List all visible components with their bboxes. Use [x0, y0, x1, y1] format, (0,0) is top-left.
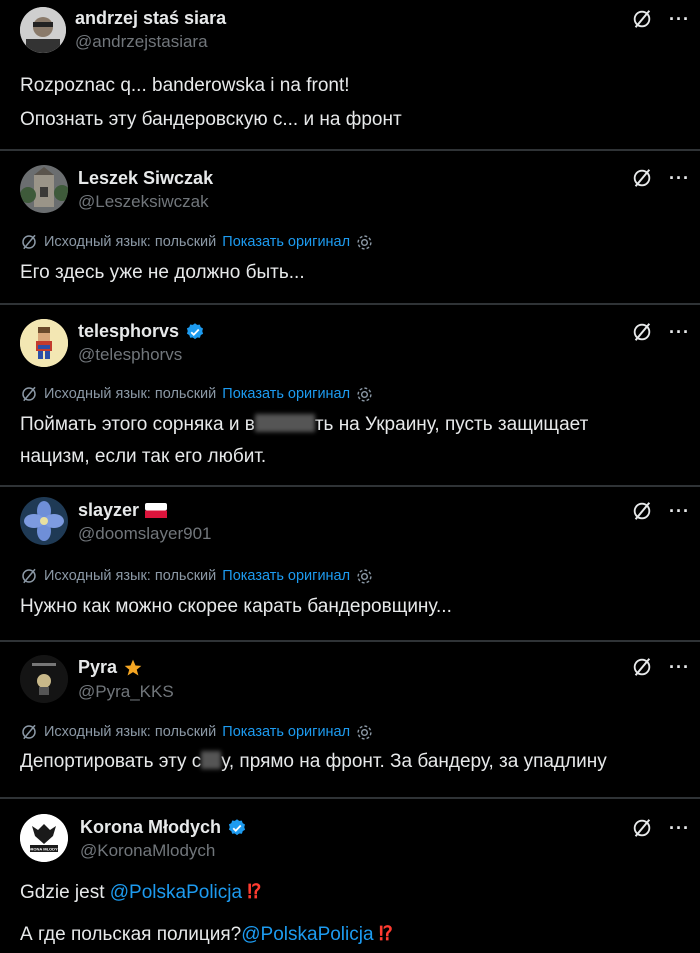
author-name[interactable]: Korona Młodych — [80, 817, 247, 838]
post-text-part: Поймать этого сорняка и в — [20, 414, 255, 435]
author-name-text: slayzer — [78, 500, 140, 520]
censored-blur — [254, 414, 315, 432]
avatar[interactable]: KORONA MŁODYCH — [20, 814, 68, 862]
author-handle[interactable]: @KoronaMlodych — [80, 841, 215, 861]
author-handle[interactable]: @doomslayer901 — [78, 524, 212, 544]
mention-link[interactable]: @PolskaPolicja — [241, 924, 373, 945]
exclamation-question-icon: ⁉ — [378, 924, 393, 945]
post-pyra[interactable]: Pyra @Pyra_KKS ··· Исходный язык: польск… — [0, 642, 700, 797]
translation-label: Исходный язык: польский — [44, 724, 217, 740]
post-text-line: Опознать эту бандеровскую с... и на фрон… — [20, 109, 402, 130]
post-text-part: Gdzie jest — [20, 882, 110, 903]
author-name[interactable]: slayzer — [78, 500, 168, 521]
settings-gear-icon[interactable] — [356, 724, 373, 741]
grok-icon[interactable] — [631, 500, 653, 522]
star-icon — [124, 659, 142, 675]
author-name[interactable]: Pyra — [78, 657, 143, 678]
show-original-link[interactable]: Показать оригинал — [222, 234, 350, 250]
translation-label: Исходный язык: польский — [44, 568, 217, 584]
show-original-link[interactable]: Показать оригинал — [222, 386, 350, 402]
author-handle[interactable]: @Pyra_KKS — [78, 682, 174, 702]
post-text: Нужно как можно скорее карать бандеровщи… — [20, 596, 452, 617]
grok-icon[interactable] — [631, 8, 653, 30]
verified-badge-icon — [186, 322, 204, 339]
grok-icon[interactable] — [631, 321, 653, 343]
avatar[interactable] — [20, 655, 68, 703]
post-text-part: Депортировать эту с — [20, 751, 202, 772]
author-name[interactable]: andrzej staś siara — [75, 8, 226, 29]
grok-icon[interactable] — [631, 656, 653, 678]
avatar-label: KORONA MŁODYCH — [25, 847, 64, 852]
post-slayzer[interactable]: slayzer @doomslayer901 ··· Исходный язык… — [0, 487, 700, 640]
author-name-text: Pyra — [78, 657, 118, 677]
verified-badge-icon — [228, 818, 246, 835]
more-options-icon[interactable]: ··· — [669, 10, 690, 28]
post-text-part: ть на Украину, пусть защищает — [314, 414, 589, 435]
author-name[interactable]: Leszek Siwczak — [78, 168, 213, 189]
grok-icon[interactable] — [631, 817, 653, 839]
avatar[interactable] — [20, 319, 68, 367]
post-text-line: А где польская полиция?@PolskaPolicja ⁉ — [20, 919, 680, 951]
more-options-icon[interactable]: ··· — [669, 169, 690, 187]
post-telesphorvs[interactable]: telesphorvs @telesphorvs ··· Исходный яз… — [0, 305, 700, 485]
author-handle[interactable]: @telesphorvs — [78, 345, 182, 365]
author-handle[interactable]: @andrzejstasiara — [75, 32, 208, 52]
more-options-icon[interactable]: ··· — [669, 658, 690, 676]
post-text: Его здесь уже не должно быть... — [20, 262, 305, 283]
mention-link[interactable]: @PolskaPolicja — [110, 882, 242, 903]
translation-label: Исходный язык: польский — [44, 234, 217, 250]
post-leszek[interactable]: Leszek Siwczak @Leszeksiwczak ··· Исходн… — [0, 151, 700, 304]
post-text: Депортировать эту с у, прямо на фронт. За… — [20, 746, 680, 778]
translate-icon — [22, 234, 36, 250]
author-handle[interactable]: @Leszeksiwczak — [78, 192, 209, 212]
show-original-link[interactable]: Показать оригинал — [222, 724, 350, 740]
post-korona[interactable]: KORONA MŁODYCH Korona Młodych @KoronaMlo… — [0, 799, 700, 953]
settings-gear-icon[interactable] — [356, 234, 373, 251]
settings-gear-icon[interactable] — [356, 386, 373, 403]
avatar[interactable] — [20, 165, 68, 213]
translate-icon — [22, 386, 36, 402]
post-text: Поймать этого сорняка и в ть на Украину, … — [20, 409, 680, 473]
post-andrzej[interactable]: andrzej staś siara @andrzejstasiara ··· … — [0, 0, 700, 150]
grok-icon[interactable] — [631, 167, 653, 189]
more-options-icon[interactable]: ··· — [669, 502, 690, 520]
post-text-line: Gdzie jest @PolskaPolicja ⁉ — [20, 877, 680, 909]
settings-gear-icon[interactable] — [356, 568, 373, 585]
show-original-link[interactable]: Показать оригинал — [222, 568, 350, 584]
post-text-line: Rozpoznac q... banderowska i na front! — [20, 75, 350, 96]
author-name-text: Korona Młodych — [80, 817, 222, 837]
post-text-part: нацизм, если так его любит. — [20, 446, 267, 467]
post-text-part: у, прямо на фронт. За бандеру, за упадли… — [221, 751, 607, 772]
more-options-icon[interactable]: ··· — [669, 819, 690, 837]
poland-flag-icon — [145, 503, 168, 518]
author-name-text: telesphorvs — [78, 321, 180, 341]
exclamation-question-icon: ⁉ — [247, 882, 262, 903]
avatar[interactable] — [20, 497, 68, 545]
author-name[interactable]: telesphorvs — [78, 321, 205, 342]
more-options-icon[interactable]: ··· — [669, 323, 690, 341]
avatar[interactable] — [20, 7, 66, 53]
censored-blur — [201, 751, 222, 769]
post-text-part: А где польская полиция? — [20, 924, 242, 945]
translate-icon — [22, 724, 36, 740]
translation-label: Исходный язык: польский — [44, 386, 217, 402]
translate-icon — [22, 568, 36, 584]
